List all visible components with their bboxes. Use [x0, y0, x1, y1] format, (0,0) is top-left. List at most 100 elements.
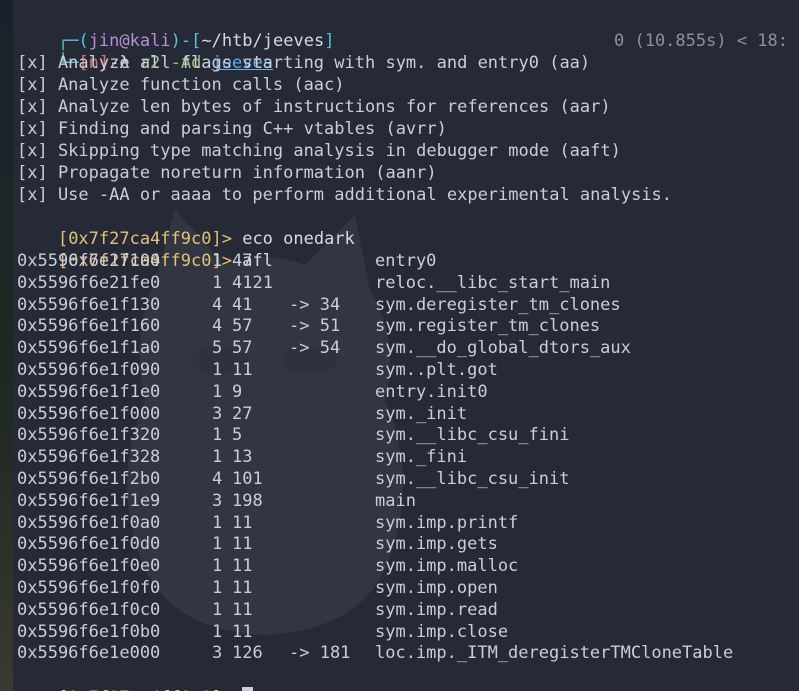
analysis-line: [x] Use -AA or aaaa to perform additiona…	[17, 185, 673, 205]
function-name: loc.imp._ITM_deregisterTMCloneTable	[375, 643, 734, 664]
function-name: sym.__do_global_dtors_aux	[375, 338, 631, 359]
function-name: sym.imp.printf	[375, 512, 519, 533]
function-size: 126	[232, 643, 263, 664]
function-bbs: 1	[212, 512, 223, 533]
function-address: 0x5596f6e1f130	[17, 294, 161, 315]
function-row: 0x5596f6e1f160 4 57 -> 51 sym.register_tm_cl…	[17, 315, 797, 337]
function-address: 0x5596f6e1f0f0	[17, 578, 161, 598]
function-bbs: 1	[212, 381, 223, 402]
function-bbs: 1	[212, 534, 223, 555]
r2-command-line: [0x7f27ca4ff9c0]> afl	[17, 228, 273, 271]
function-row: 0x5596f6e1f130 4 41 -> 34 sym.deregister_tm_…	[17, 294, 797, 316]
function-name: sym.imp.malloc	[375, 556, 519, 577]
analysis-line: [x] Propagate noreturn information (aanr…	[17, 163, 437, 183]
text-cursor	[242, 687, 254, 691]
function-size: 198	[232, 490, 263, 511]
function-size: 41	[232, 294, 253, 315]
function-address: 0x5596f6e1f160	[17, 316, 161, 337]
function-name: main	[375, 490, 416, 511]
function-name: reloc.__libc_start_main	[375, 272, 611, 293]
function-address: 0x5596f6e1f0c0	[17, 599, 161, 620]
function-address: 0x5596f6e1f320	[17, 425, 161, 446]
prompt-status: 0 (10.855s) < 18:	[614, 31, 788, 51]
function-row: 0x5596f6e1f0a0 1 11 sym.imp.printf	[17, 512, 797, 534]
function-size: 27	[232, 403, 253, 424]
r2-command-line: [0x7f27ca4ff9c0]> eco onedark	[17, 206, 355, 249]
function-address: 0x5596f6e1f090	[17, 360, 161, 380]
analysis-line: [x] Finding and parsing C++ vtables (avr…	[17, 119, 447, 139]
function-name: sym.imp.gets	[375, 534, 498, 555]
function-row: 0x5596f6e1f0c0 1 11 sym.imp.read	[17, 599, 797, 621]
function-name: sym.__libc_csu_fini	[375, 425, 570, 446]
function-address: 0x5596f6e1f0a0	[17, 512, 161, 533]
function-bbs: 1	[212, 272, 223, 293]
prompt-line-2: └─[n]-λ r2 -Ad jeeves 0 (10.855s) < 18:	[17, 30, 797, 73]
function-row: 0x5596f6e1f100 1 47 entry0	[17, 250, 797, 272]
function-address: 0x5596f6e1f0e0	[17, 556, 161, 577]
function-bbs: 4	[212, 469, 223, 489]
function-row: 0x5596f6e1f320 1 5 sym.__libc_csu_fini	[17, 424, 797, 446]
terminal-window[interactable]: ┌─(jin@kali)-[~/htb/jeeves] └─[n]-λ r2 -…	[0, 0, 799, 691]
function-size: 11	[232, 512, 253, 533]
function-size: 47	[232, 251, 253, 271]
function-address: 0x5596f6e1f000	[17, 403, 161, 424]
function-size: 101	[232, 469, 263, 489]
function-name: sym..plt.got	[375, 360, 498, 380]
function-bbs: 3	[212, 490, 223, 511]
function-address: 0x5596f6e21fe0	[17, 272, 161, 293]
function-address: 0x5596f6e1f1a0	[17, 338, 161, 359]
function-address: 0x5596f6e1f0b0	[17, 621, 161, 642]
function-size: 13	[232, 447, 253, 468]
analysis-line: [x] Analyze function calls (aac)	[17, 75, 345, 95]
function-row: 0x5596f6e1f1e9 3 198 main	[17, 490, 797, 512]
function-size: 57	[232, 338, 253, 359]
function-address: 0x5596f6e1e000	[17, 643, 161, 664]
function-bbs: 1	[212, 599, 223, 620]
function-size: 11	[232, 621, 253, 642]
function-bbs: 1	[212, 578, 223, 598]
function-xref: -> 34	[289, 294, 341, 315]
function-xref: -> 54	[289, 338, 341, 359]
window-edge	[0, 0, 13, 691]
function-row: 0x5596f6e1f0b0 1 11 sym.imp.close	[17, 621, 797, 643]
function-row: 0x5596f6e1f0e0 1 11 sym.imp.malloc	[17, 555, 797, 577]
analysis-line: [x] Analyze len bytes of instructions fo…	[17, 97, 611, 117]
function-bbs: 1	[212, 425, 223, 446]
function-row: 0x5596f6e1f1e0 1 9 entry.init0	[17, 381, 797, 403]
function-bbs: 1	[212, 447, 223, 468]
function-address: 0x5596f6e1f100	[17, 251, 161, 271]
function-bbs: 5	[212, 338, 223, 359]
prompt-line-1: ┌─(jin@kali)-[~/htb/jeeves]	[17, 8, 334, 51]
function-address: 0x5596f6e1f328	[17, 447, 161, 468]
function-xref: -> 51	[289, 316, 341, 337]
function-address: 0x5596f6e1f0d0	[17, 534, 161, 555]
function-bbs: 1	[212, 556, 223, 577]
function-bbs: 4	[212, 294, 223, 315]
function-name: sym._init	[375, 403, 468, 424]
function-row: 0x5596f6e1f2b0 4 101 sym.__libc_csu_init	[17, 468, 797, 490]
function-bbs: 1	[212, 621, 223, 642]
function-address: 0x5596f6e1f2b0	[17, 469, 161, 489]
function-bbs: 1	[212, 360, 223, 380]
function-xref: -> 181	[289, 643, 351, 664]
function-name: sym.imp.open	[375, 578, 498, 598]
function-name: entry0	[375, 251, 437, 271]
function-row: 0x5596f6e1f0f0 1 11 sym.imp.open	[17, 577, 797, 599]
function-name: sym.register_tm_clones	[375, 316, 601, 337]
function-size: 9	[232, 381, 243, 402]
analysis-line: [x] Skipping type matching analysis in d…	[17, 141, 621, 161]
function-bbs: 1	[212, 251, 223, 271]
function-row: 0x5596f6e1f090 1 11 sym..plt.got	[17, 359, 797, 381]
function-name: sym.imp.close	[375, 621, 509, 642]
function-row: 0x5596f6e21fe0 1 4121 reloc.__libc_start_ma…	[17, 272, 797, 294]
function-name: sym.imp.read	[375, 599, 498, 620]
function-size: 11	[232, 534, 253, 555]
function-size: 11	[232, 599, 253, 620]
r2-active-prompt-line[interactable]: [0x7f27ca4ff9c0]>	[17, 665, 254, 691]
function-row: 0x5596f6e1f1a0 5 57 -> 54 sym.__do_global_dt…	[17, 337, 797, 359]
function-row: 0x5596f6e1f0d0 1 11 sym.imp.gets	[17, 533, 797, 555]
function-row: 0x5596f6e1f000 3 27 sym._init	[17, 403, 797, 425]
function-bbs: 4	[212, 316, 223, 337]
function-size: 5	[232, 425, 243, 446]
analysis-line: [x] Analyze all flags starting with sym.…	[17, 53, 591, 73]
